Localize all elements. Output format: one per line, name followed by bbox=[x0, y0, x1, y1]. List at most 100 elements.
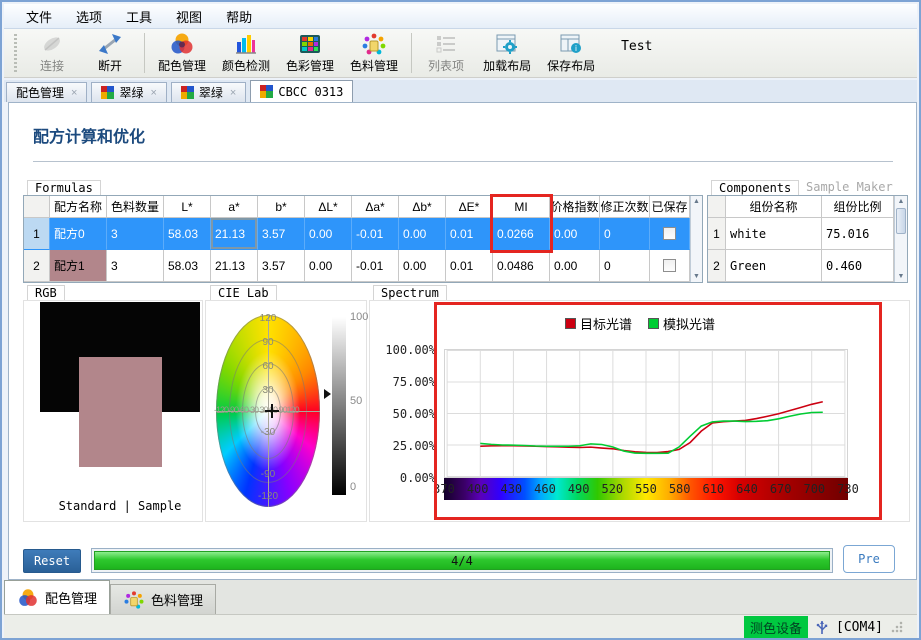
menu-view[interactable]: 视图 bbox=[164, 4, 214, 29]
axis-tick: 0.00% bbox=[376, 471, 436, 485]
component-row-1[interactable]: 1 white 75.016 bbox=[708, 218, 894, 250]
saved-checkbox[interactable] bbox=[663, 259, 676, 272]
save-layout-button[interactable]: i 保存布局 bbox=[539, 30, 603, 76]
axis-tick: 50 bbox=[350, 395, 362, 407]
cielab-panel-tab[interactable]: CIE Lab bbox=[210, 285, 277, 300]
components-scrollbar[interactable]: ▲ ▼ bbox=[894, 196, 907, 282]
axis-tick: 75.00% bbox=[376, 375, 436, 389]
tab-peise-guanli[interactable]: 配色管理 × bbox=[6, 82, 87, 102]
scroll-up-icon[interactable]: ▲ bbox=[898, 196, 905, 207]
color-matching-icon bbox=[169, 32, 195, 56]
toolbar: 连接 断开 配色管理 bbox=[4, 29, 917, 78]
close-icon[interactable]: × bbox=[150, 87, 156, 99]
scroll-up-icon[interactable]: ▲ bbox=[693, 196, 700, 207]
lab-cursor bbox=[265, 410, 279, 412]
axis-tick: 0 bbox=[350, 481, 356, 493]
load-layout-button[interactable]: 加载布局 bbox=[475, 30, 539, 76]
colorant-manage-icon bbox=[123, 590, 145, 610]
formulas-row-1[interactable]: 1 配方0 3 58.03 21.13 3.57 0.00 -0.01 0.00… bbox=[24, 218, 690, 250]
focused-cell[interactable]: 21.13 bbox=[211, 218, 258, 250]
axis-tick: 610 bbox=[698, 482, 728, 496]
cielab-panel: 120 90 60 30 -30 -90 -120 -120-90-60-30 … bbox=[205, 300, 367, 522]
svg-text:i: i bbox=[575, 44, 577, 53]
list-items-button[interactable]: 列表项 bbox=[417, 30, 475, 76]
axis-tick: 100 bbox=[350, 311, 368, 323]
rgb-panel-tab[interactable]: RGB bbox=[27, 285, 65, 300]
com-port-label: [COM4] bbox=[836, 620, 883, 635]
axis-tick: 30 bbox=[262, 385, 273, 396]
list-items-icon bbox=[433, 32, 459, 56]
axis-tick: 700 bbox=[799, 482, 829, 496]
color-detect-button[interactable]: 颜色检测 bbox=[214, 30, 278, 76]
lightness-marker[interactable] bbox=[324, 389, 331, 399]
formulas-row-2[interactable]: 2 配方1 3 58.03 21.13 3.57 0.00 -0.01 0.00… bbox=[24, 250, 690, 282]
device-status-badge: 测色设备 bbox=[744, 616, 808, 639]
axis-tick: -90 bbox=[261, 469, 275, 480]
toolbar-separator bbox=[411, 33, 412, 73]
resize-grip[interactable] bbox=[891, 621, 903, 633]
scroll-down-icon[interactable]: ▼ bbox=[898, 271, 905, 282]
saved-checkbox[interactable] bbox=[663, 227, 676, 240]
rgb-panel: Standard | Sample bbox=[23, 300, 203, 522]
menu-options[interactable]: 选项 bbox=[64, 4, 114, 29]
lightness-bar bbox=[332, 317, 346, 495]
components-panel-tab[interactable]: Components bbox=[711, 180, 799, 195]
toolbar-grip[interactable] bbox=[14, 34, 17, 72]
colorant-manage-button[interactable]: 色料管理 bbox=[342, 30, 406, 76]
legend-simulated: 模拟光谱 bbox=[648, 314, 715, 333]
connect-button[interactable]: 连接 bbox=[23, 30, 81, 76]
progress-fill: 4/4 bbox=[94, 551, 830, 570]
bottom-tab-colorant-manage[interactable]: 色料管理 bbox=[110, 584, 216, 614]
color-manage-icon bbox=[297, 32, 323, 56]
tab-cuilv-1[interactable]: 翠绿 × bbox=[91, 82, 166, 102]
axis-tick: 730 bbox=[833, 482, 863, 496]
scrollbar-thumb[interactable] bbox=[896, 208, 906, 234]
scroll-down-icon[interactable]: ▼ bbox=[693, 271, 700, 282]
spectrum-chart bbox=[444, 349, 848, 478]
sample-maker-panel-tab[interactable]: Sample Maker bbox=[799, 180, 900, 195]
axis-tick: 50.00% bbox=[376, 407, 436, 421]
connect-icon bbox=[39, 32, 65, 56]
tab-cbcc-0313[interactable]: CBCC 0313 bbox=[250, 80, 353, 102]
component-row-2[interactable]: 2 Green 0.460 bbox=[708, 250, 894, 282]
close-icon[interactable]: × bbox=[230, 87, 236, 99]
axis-tick: -120 bbox=[258, 491, 278, 502]
bottom-tab-strip: 配色管理 色料管理 bbox=[4, 580, 917, 615]
disconnect-icon bbox=[97, 32, 123, 56]
bottom-tab-color-matching[interactable]: 配色管理 bbox=[4, 580, 110, 614]
pre-button[interactable]: Pre bbox=[843, 545, 895, 573]
close-icon[interactable]: × bbox=[71, 87, 77, 99]
axis-tick: 580 bbox=[665, 482, 695, 496]
axis-tick: 370 bbox=[429, 482, 459, 496]
save-layout-icon: i bbox=[558, 32, 584, 56]
axis-tick: 90 bbox=[262, 337, 273, 348]
reset-button[interactable]: Reset bbox=[23, 549, 81, 573]
legend-swatch-red bbox=[565, 318, 576, 329]
axis-tick: 640 bbox=[732, 482, 762, 496]
axis-tick: 430 bbox=[496, 482, 526, 496]
spectrum-panel-tab[interactable]: Spectrum bbox=[373, 285, 447, 300]
disconnect-button[interactable]: 断开 bbox=[81, 30, 139, 76]
chart-legend: 目标光谱 模拟光谱 bbox=[520, 314, 760, 333]
axis-tick: 120 bbox=[260, 313, 277, 324]
status-bar: 测色设备 [COM4] bbox=[4, 615, 917, 639]
rgb-caption: Standard | Sample bbox=[40, 499, 200, 513]
axis-tick: 60 bbox=[262, 361, 273, 372]
tab-cuilv-2[interactable]: 翠绿 × bbox=[171, 82, 246, 102]
test-label: Test bbox=[621, 39, 652, 54]
menu-help[interactable]: 帮助 bbox=[214, 4, 264, 29]
formulas-panel-tab[interactable]: Formulas bbox=[27, 180, 101, 195]
axis-tick: 100.00% bbox=[376, 343, 436, 357]
document-color-icon bbox=[101, 86, 114, 99]
progress-bar: 4/4 bbox=[91, 548, 833, 573]
menu-file[interactable]: 文件 bbox=[14, 4, 64, 29]
formulas-scrollbar[interactable]: ▲ ▼ bbox=[690, 196, 702, 282]
components-table: 组份名称 组份比例 1 white 75.016 2 Green 0.460 ▲… bbox=[707, 195, 908, 283]
color-matching-button[interactable]: 配色管理 bbox=[150, 30, 214, 76]
formulas-header-row: 配方名称 色料数量 L* a* b* ΔL* Δa* Δb* ΔE* MI 价格… bbox=[24, 196, 690, 218]
spectrum-panel: 目标光谱 模拟光谱 100.00%75.00%50.00%25.00%0.00%… bbox=[369, 300, 910, 522]
components-header-row: 组份名称 组份比例 bbox=[708, 196, 894, 218]
page-title: 配方计算和优化 bbox=[33, 123, 145, 147]
color-manage-button[interactable]: 色彩管理 bbox=[278, 30, 342, 76]
menu-tools[interactable]: 工具 bbox=[114, 4, 164, 29]
